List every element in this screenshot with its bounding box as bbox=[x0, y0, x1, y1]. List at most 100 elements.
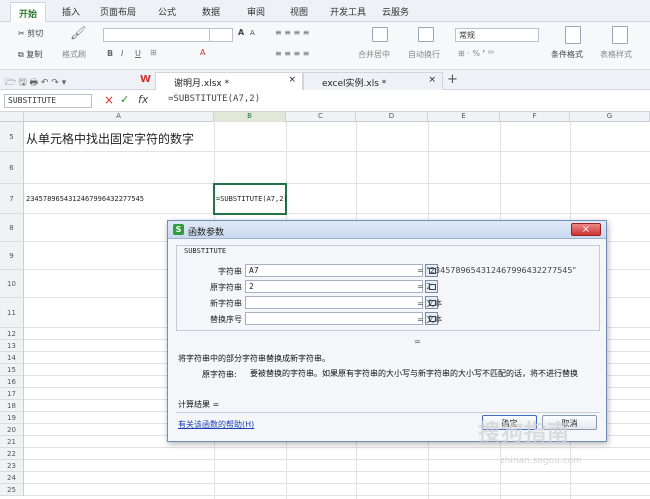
table-row bbox=[24, 472, 650, 484]
cell-b7[interactable]: =SUBSTITUTE(A7,2) bbox=[216, 195, 288, 203]
param-input-instance-num[interactable] bbox=[245, 312, 423, 325]
cut-button[interactable]: ✂ 剪切 bbox=[18, 28, 43, 39]
dialog-title-bar[interactable]: S 函数参数 × bbox=[168, 221, 606, 239]
merge-center-icon[interactable] bbox=[372, 27, 388, 42]
row-header[interactable]: 23 bbox=[0, 460, 24, 472]
merge-center-button[interactable]: 合并居中 bbox=[358, 49, 390, 60]
row-header[interactable]: 15 bbox=[0, 364, 24, 376]
row-header[interactable]: 20 bbox=[0, 424, 24, 436]
italic-button[interactable]: I bbox=[121, 49, 123, 58]
tab-developer[interactable]: 开发工具 bbox=[330, 5, 366, 18]
font-grow-button[interactable]: A bbox=[238, 28, 244, 37]
tab-formulas[interactable]: 公式 bbox=[158, 5, 176, 18]
param-label: 替换序号 bbox=[210, 315, 242, 324]
row-header[interactable]: 17 bbox=[0, 388, 24, 400]
column-header[interactable]: C bbox=[286, 112, 356, 122]
font-color-icon[interactable]: A bbox=[200, 48, 205, 57]
cell-a5[interactable]: 从单元格中找出固定字符的数字 bbox=[26, 130, 194, 147]
param-input-new-text[interactable] bbox=[245, 296, 423, 309]
row-header[interactable]: 21 bbox=[0, 436, 24, 448]
formula-bar: SUBSTITUTE × ✓ fx =SUBSTITUTE(A7,2) bbox=[0, 90, 650, 112]
close-icon[interactable]: × bbox=[288, 75, 296, 85]
row-header[interactable]: 6 bbox=[0, 152, 24, 184]
formula-input[interactable]: =SUBSTITUTE(A7,2) bbox=[168, 94, 260, 104]
cancel-icon[interactable]: × bbox=[104, 93, 114, 107]
table-style-icon[interactable] bbox=[612, 26, 628, 44]
function-description: 将字符串中的部分字符串替换成新字符串。 bbox=[178, 354, 330, 363]
select-all-corner[interactable] bbox=[0, 112, 24, 122]
table-style-button[interactable]: 表格样式 bbox=[600, 49, 632, 60]
quick-access-icons[interactable]: 🗁 🖫 🖶 ↶ ↷ ▾ bbox=[5, 75, 66, 91]
row-header[interactable]: 24 bbox=[0, 472, 24, 484]
font-shrink-button[interactable]: A bbox=[250, 29, 255, 37]
copy-button[interactable]: ⧉ 复制 bbox=[18, 49, 42, 60]
tab-insert[interactable]: 插入 bbox=[62, 5, 80, 18]
column-header[interactable]: G bbox=[570, 112, 650, 122]
param-input-old-text[interactable]: 2 bbox=[245, 280, 423, 293]
border-icon[interactable]: ⊞ bbox=[150, 48, 157, 57]
name-box[interactable]: SUBSTITUTE bbox=[4, 94, 92, 108]
row-header[interactable]: 14 bbox=[0, 352, 24, 364]
tab-home[interactable]: 开始 bbox=[10, 2, 47, 22]
column-header[interactable]: D bbox=[356, 112, 428, 122]
column-header[interactable]: F bbox=[500, 112, 570, 122]
row-header[interactable]: 13 bbox=[0, 340, 24, 352]
wrap-text-button[interactable]: 自动换行 bbox=[408, 49, 440, 60]
percent-icon[interactable]: ⊞ · % ❜ ⁰⁰ bbox=[458, 49, 494, 58]
tab-review[interactable]: 审阅 bbox=[247, 5, 265, 18]
row-header[interactable]: 25 bbox=[0, 484, 24, 496]
row-header[interactable]: 5 bbox=[0, 122, 24, 152]
ribbon: ✂ 剪切 ⧉ 复制 格式刷 🖌 A A B I U ⊞ A ≡ ≡ ≡ ≡ ≡ … bbox=[0, 22, 650, 70]
tab-view[interactable]: 视图 bbox=[290, 5, 308, 18]
confirm-icon[interactable]: ✓ bbox=[120, 93, 129, 106]
row-header[interactable]: 19 bbox=[0, 412, 24, 424]
cell-a7[interactable]: 2345789654312467996432277545 bbox=[26, 195, 144, 203]
app-icon: S bbox=[173, 224, 184, 235]
row-header[interactable]: 7 bbox=[0, 184, 24, 214]
new-tab-button[interactable]: + bbox=[447, 72, 458, 87]
row-header[interactable]: 8 bbox=[0, 214, 24, 242]
tab-page-layout[interactable]: 页面布局 bbox=[100, 5, 136, 18]
number-format-select[interactable]: 常规 bbox=[455, 28, 539, 42]
tab-data[interactable]: 数据 bbox=[202, 5, 220, 18]
column-header[interactable]: E bbox=[428, 112, 500, 122]
doc-tab-label: 谢明月.xlsx * bbox=[174, 79, 230, 89]
bold-button[interactable]: B bbox=[107, 49, 113, 58]
wrap-text-icon[interactable] bbox=[418, 27, 434, 42]
align-left-icon[interactable]: ≡ ≡ ≡ ≡ bbox=[275, 49, 309, 58]
help-link[interactable]: 有关该函数的帮助(H) bbox=[178, 419, 254, 430]
close-icon[interactable]: × bbox=[571, 223, 601, 236]
fx-icon[interactable]: fx bbox=[138, 93, 148, 106]
row-header[interactable]: 12 bbox=[0, 328, 24, 340]
param-result: = 2 bbox=[417, 282, 432, 291]
align-top-icon[interactable]: ≡ ≡ ≡ ≡ bbox=[275, 28, 309, 37]
param-label: 新字符串 bbox=[210, 299, 242, 308]
row-header[interactable]: 18 bbox=[0, 400, 24, 412]
close-icon[interactable]: × bbox=[428, 75, 436, 85]
doc-tab-inactive[interactable]: excel实例.xls * × bbox=[303, 72, 443, 90]
row-header[interactable]: 16 bbox=[0, 376, 24, 388]
format-painter-button[interactable]: 格式刷 bbox=[62, 49, 86, 60]
conditional-format-icon[interactable] bbox=[565, 26, 581, 44]
row-header[interactable]: 9 bbox=[0, 242, 24, 270]
function-name: SUBSTITUTE bbox=[182, 247, 229, 255]
param-input-text[interactable]: A7 bbox=[245, 264, 423, 277]
font-size-select[interactable] bbox=[209, 28, 233, 42]
param-result: = "2345789654312467996432277545" bbox=[417, 266, 577, 275]
row-header[interactable]: 10 bbox=[0, 270, 24, 298]
row-header[interactable]: 22 bbox=[0, 448, 24, 460]
copy-label: 复制 bbox=[26, 50, 43, 59]
param-help-text: 要被替换的字符串。如果原有字符串的大小写与新字符串的大小写不匹配的话，将不进行替… bbox=[250, 369, 578, 378]
row-header[interactable]: 11 bbox=[0, 298, 24, 328]
conditional-format-button[interactable]: 条件格式 bbox=[551, 49, 583, 60]
param-label: 字符串 bbox=[218, 267, 242, 276]
tab-cloud[interactable]: 云服务 bbox=[382, 5, 409, 18]
watermark-url: zhinan.sogou.com bbox=[500, 456, 582, 466]
underline-button[interactable]: U bbox=[135, 49, 141, 58]
cut-label: 剪切 bbox=[27, 29, 44, 38]
param-result: = 文本 bbox=[417, 299, 443, 308]
doc-tab-active[interactable]: 谢明月.xlsx * × bbox=[155, 72, 303, 90]
watermark: 搜狗指南 bbox=[478, 421, 571, 446]
column-header[interactable]: B bbox=[214, 112, 286, 122]
column-header[interactable]: A bbox=[24, 112, 214, 122]
